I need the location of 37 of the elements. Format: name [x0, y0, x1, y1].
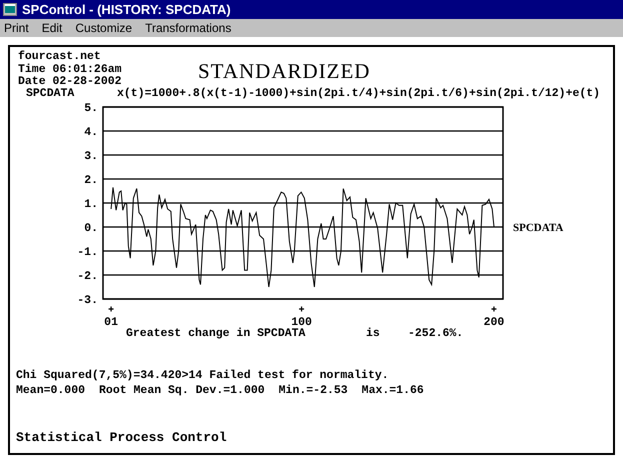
series-label: SPCDATA [513, 222, 564, 234]
date-label: Date 02-28-2002 [18, 76, 122, 88]
x-tick-label: 200 [484, 316, 504, 328]
y-tick-label: 4. [84, 126, 98, 139]
menu-item[interactable]: Transformations [145, 22, 232, 34]
y-tick-label: 2. [84, 174, 98, 187]
stat-text: Max.=1.66 [362, 383, 424, 398]
menu-item[interactable]: Customize [75, 22, 132, 34]
change-value: -252.6%. [408, 328, 464, 340]
chi-squared-text: Chi Squared(7,5%)=34.420>14 Failed test for normality. [16, 368, 390, 383]
x-tick-label: 100 [291, 316, 312, 328]
app-icon [3, 3, 17, 16]
y-tick-label: 1. [84, 198, 98, 211]
stat-text: Min.=-2.53 [278, 383, 348, 398]
x-tick-mark [490, 306, 498, 312]
stat-text: Root Mean Sq. Dev.=1.000 [99, 383, 265, 398]
formula-text: x(t)=1000+.8(x(t-1)-1000)+sin(2pi.t/4)+sin(2pi.t/6)+sin(2pi.t/12)+e(t) [117, 88, 600, 100]
menu-item[interactable]: Print [4, 22, 29, 34]
change-label: Greatest change in SPCDATA [126, 328, 306, 340]
y-tick-label: -1. [77, 246, 98, 259]
x-tick-mark [108, 306, 114, 312]
y-tick-label: -3. [77, 294, 98, 307]
x-tick-label: 01 [104, 316, 118, 328]
y-tick-label: 0. [84, 222, 98, 235]
y-tick-label: 5. [84, 102, 98, 115]
y-tick-label: -2. [77, 270, 98, 283]
stat-text: Mean=0.000 [16, 383, 86, 398]
window-title: SPControl - (HISTORY: SPCDATA) [22, 3, 231, 16]
footer-text: Statistical Process Control [16, 431, 227, 445]
time-label: Time 06:01:26am [18, 64, 123, 76]
y-tick-label: 3. [84, 150, 98, 163]
change-is: is [366, 328, 381, 340]
x-tick-mark [298, 306, 305, 312]
series-name: SPCDATA [26, 88, 76, 100]
report-title: STANDARDIZED [198, 60, 370, 85]
site-label: fourcast.net [18, 51, 102, 63]
menu-item[interactable]: Edit [42, 22, 62, 34]
